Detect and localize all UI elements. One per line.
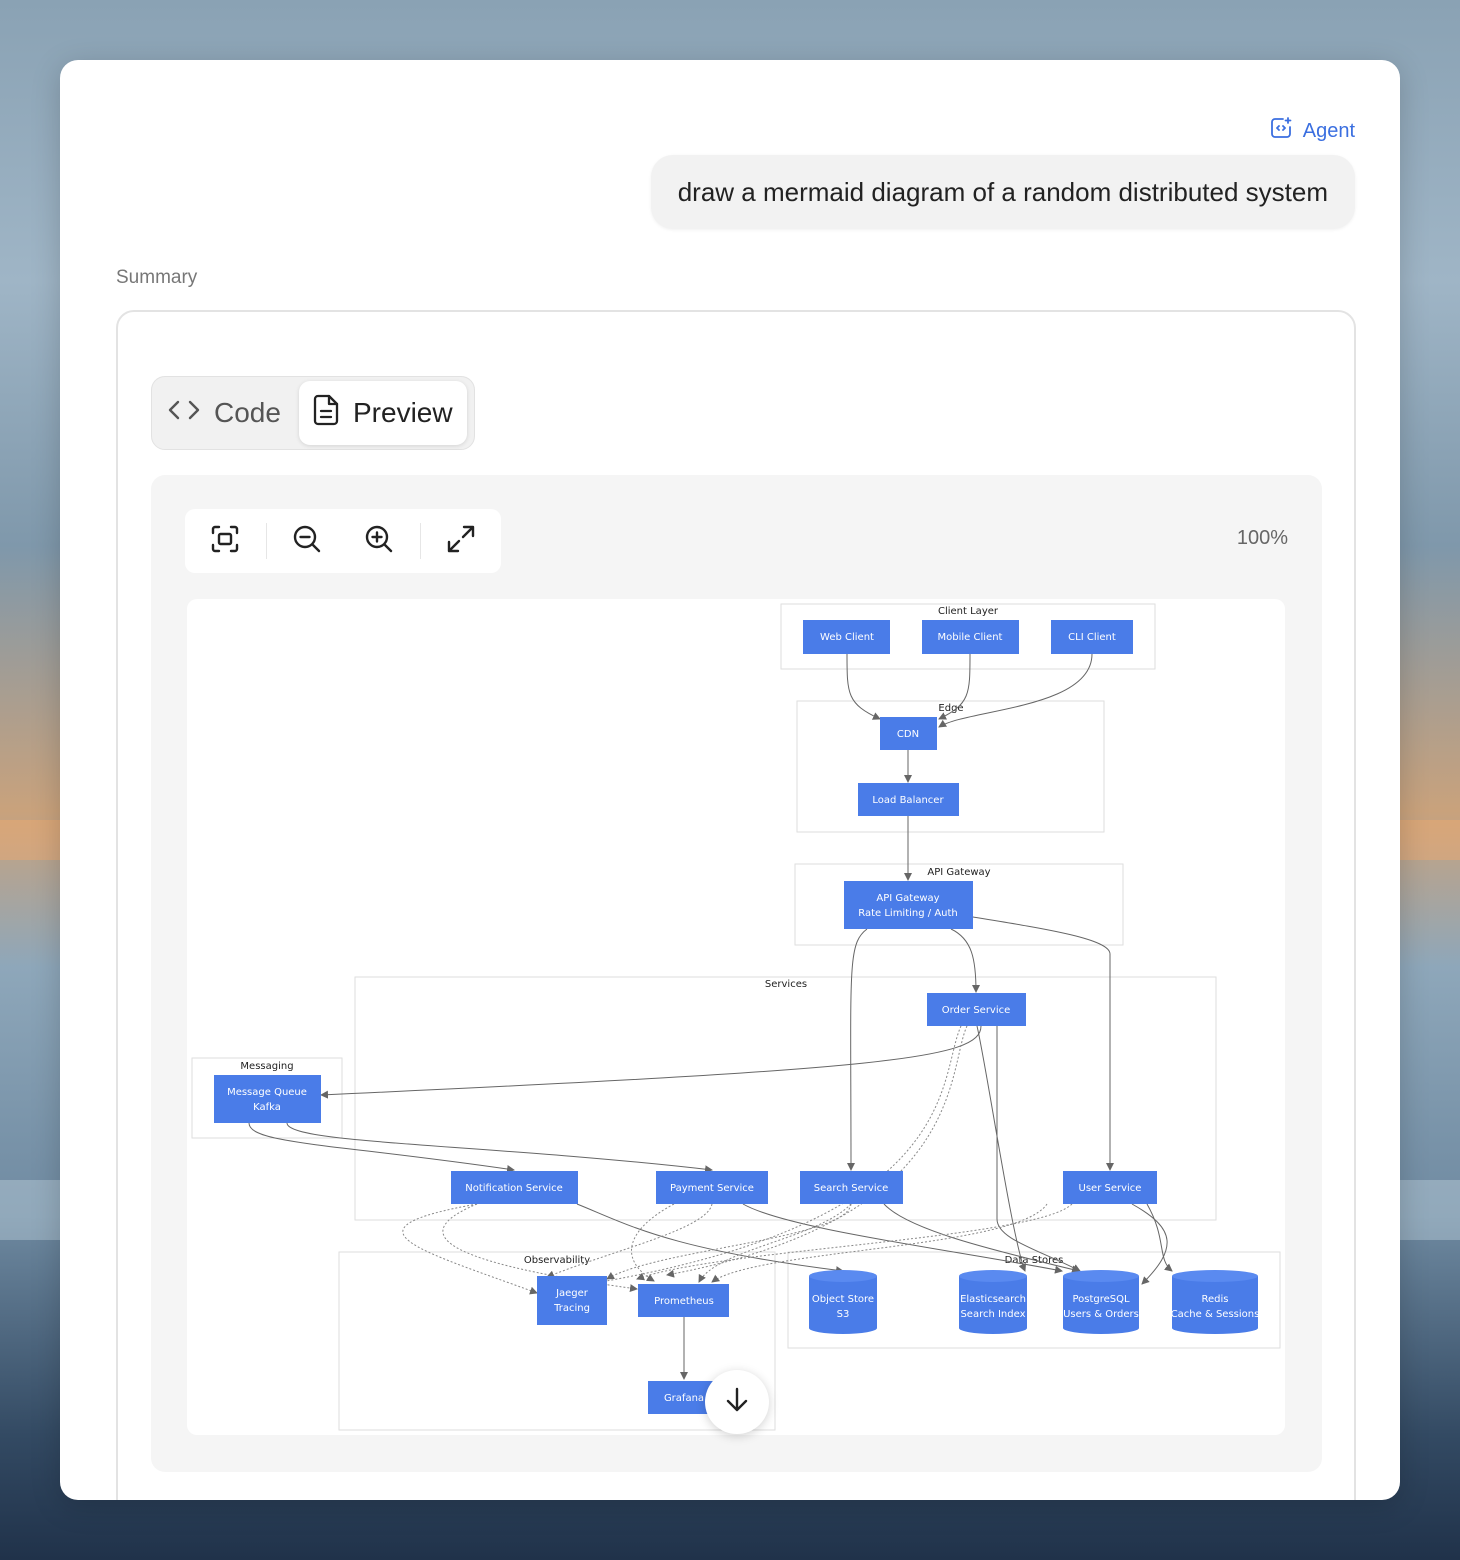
- fit-screen-icon: [210, 524, 240, 559]
- zoom-level: 100%: [1236, 527, 1288, 549]
- fit-button[interactable]: [207, 523, 243, 559]
- node-message-queue[interactable]: [214, 1075, 321, 1123]
- node-label: Redis: [1202, 1294, 1229, 1305]
- agent-label: Agent: [1302, 119, 1355, 142]
- edge: [556, 1025, 962, 1292]
- node-label: Cache & Sessions: [1171, 1309, 1260, 1320]
- artifact-card: Code Preview 100% Client Layer Edge API …: [116, 310, 1356, 1500]
- fullscreen-button[interactable]: [443, 523, 479, 559]
- edge: [1146, 1203, 1173, 1272]
- edge: [938, 653, 1093, 728]
- view-toggle: Code Preview: [151, 376, 475, 450]
- chat-window: Agent draw a mermaid diagram of a random…: [60, 60, 1400, 1500]
- node-label: Grafana: [664, 1393, 704, 1404]
- node-label: Users & Orders: [1063, 1309, 1139, 1320]
- edge: [972, 916, 1114, 1171]
- group-title: Client Layer: [938, 606, 999, 617]
- node-label: Rate Limiting / Auth: [858, 908, 958, 919]
- node-label: Web Client: [820, 632, 874, 643]
- edge: [1131, 1203, 1168, 1285]
- node-label: Kafka: [253, 1102, 281, 1113]
- edge: [248, 1122, 515, 1173]
- expand-icon: [446, 524, 476, 559]
- edge: [631, 1203, 675, 1282]
- edge: [846, 653, 881, 720]
- edge: [846, 928, 868, 1171]
- group-title: Messaging: [240, 1061, 293, 1072]
- node-label: Payment Service: [670, 1183, 754, 1194]
- node-label: Message Queue: [227, 1087, 307, 1098]
- group-title: Services: [765, 979, 807, 990]
- node-label: CLI Client: [1068, 632, 1116, 643]
- node-label: Mobile Client: [938, 632, 1003, 643]
- agent-badge[interactable]: Agent: [1269, 116, 1355, 146]
- edge: [996, 1026, 1081, 1272]
- zoom-out-button[interactable]: [289, 523, 325, 559]
- edge: [976, 1025, 1027, 1272]
- preview-panel: 100% Client Layer Edge API Gateway Servi…: [151, 475, 1322, 1472]
- node-label: CDN: [897, 729, 919, 740]
- tab-preview[interactable]: Preview: [299, 381, 467, 445]
- node-api-gateway[interactable]: [844, 881, 973, 929]
- scroll-to-bottom-button[interactable]: [705, 1370, 769, 1434]
- edge: [606, 1203, 852, 1280]
- node-label: Object Store: [812, 1294, 874, 1305]
- zoom-in-button[interactable]: [361, 523, 397, 559]
- node-label: S3: [837, 1309, 850, 1320]
- node-label: Jaeger: [555, 1288, 589, 1299]
- arrow-down-icon: [723, 1386, 751, 1419]
- tab-preview-label: Preview: [353, 397, 453, 428]
- group-title: Observability: [524, 1255, 590, 1266]
- diagram-toolbar: [185, 509, 501, 573]
- diagram-canvas[interactable]: Client Layer Edge API Gateway Services M…: [187, 599, 1285, 1435]
- user-message-text: draw a mermaid diagram of a random distr…: [677, 176, 1328, 207]
- node-label: Prometheus: [654, 1296, 714, 1307]
- node-label: PostgreSQL: [1072, 1294, 1130, 1305]
- document-icon: [313, 394, 339, 433]
- node-jaeger[interactable]: [537, 1276, 607, 1325]
- tab-code[interactable]: Code: [168, 381, 281, 445]
- edge: [576, 1203, 844, 1275]
- edge: [666, 1025, 968, 1278]
- mermaid-diagram: Client Layer Edge API Gateway Services M…: [191, 603, 1281, 1431]
- user-message-bubble: draw a mermaid diagram of a random distr…: [650, 155, 1355, 229]
- edge: [950, 928, 980, 993]
- node-label: Notification Service: [465, 1183, 563, 1194]
- zoom-out-icon: [292, 524, 322, 559]
- node-label: Search Index: [960, 1309, 1025, 1320]
- node-label: Search Service: [814, 1183, 889, 1194]
- edge: [402, 1203, 538, 1295]
- node-label: Order Service: [942, 1005, 1011, 1016]
- summary-heading: Summary: [116, 267, 198, 288]
- node-label: Elasticsearch: [960, 1294, 1026, 1305]
- node-label: API Gateway: [876, 893, 939, 904]
- node-label: Tracing: [553, 1303, 590, 1314]
- node-label: User Service: [1079, 1183, 1142, 1194]
- agent-icon: [1269, 116, 1293, 146]
- edge: [546, 1203, 713, 1279]
- edge: [286, 1122, 713, 1174]
- tab-code-label: Code: [214, 397, 281, 428]
- edge: [320, 1025, 982, 1099]
- node-label: Load Balancer: [872, 795, 944, 806]
- code-icon: [168, 397, 200, 429]
- zoom-in-icon: [364, 524, 394, 559]
- group-title: API Gateway: [927, 867, 990, 878]
